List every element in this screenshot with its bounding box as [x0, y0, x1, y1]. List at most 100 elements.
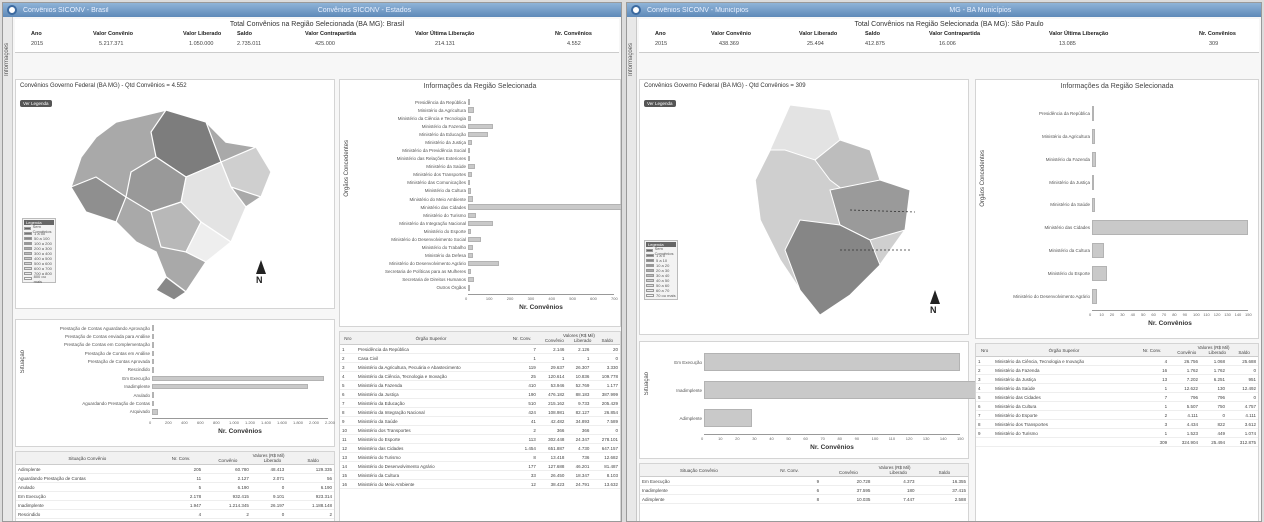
- bar[interactable]: [1092, 243, 1105, 259]
- bar[interactable]: [468, 147, 470, 154]
- bar[interactable]: [468, 228, 472, 234]
- bar[interactable]: [152, 400, 154, 407]
- bar-row[interactable]: Prestação de Contas Aprovada: [30, 357, 154, 365]
- bar[interactable]: [704, 408, 752, 428]
- bar[interactable]: [152, 333, 154, 340]
- table-row[interactable]: Aguardando Prestação de Contas 11 2.127 2.0…: [16, 473, 334, 483]
- brazil-map[interactable]: [56, 102, 286, 302]
- bar-row[interactable]: Ministério da Educação: [356, 130, 488, 138]
- bar[interactable]: [468, 188, 471, 194]
- table-row[interactable]: 7 Ministério da Educação 510 215.162 9.733 20…: [340, 398, 620, 408]
- bar-row[interactable]: Presidência da República: [356, 98, 470, 106]
- table-row[interactable]: 2 Ministério da Fazenda 16 1.762 1.762 0: [976, 365, 1258, 375]
- bar-row[interactable]: Ministério do Turismo: [356, 211, 477, 219]
- table-row[interactable]: Inadimplente 6 37.595 180 37.415: [640, 485, 968, 495]
- bar-row[interactable]: Prestação de Contas enviada para Análise: [30, 332, 154, 340]
- table-row[interactable]: Em Execução 9 20.728 4.373 16.355: [640, 476, 968, 486]
- right-side-tab[interactable]: Informações: [627, 17, 637, 521]
- table-row[interactable]: 5 Ministério da Fazenda 410 53.946 52.769 1.1…: [340, 380, 620, 390]
- col-convenio[interactable]: Convênio: [1177, 350, 1196, 355]
- bar[interactable]: [152, 358, 154, 365]
- bar[interactable]: [468, 155, 470, 162]
- table-row[interactable]: 13 Ministério do Turismo 8 13.418 736 12.682: [340, 452, 620, 462]
- table-row[interactable]: 1 Presidência da República 7 2.146 2.126 20: [340, 344, 620, 354]
- bar[interactable]: [704, 380, 995, 400]
- bar[interactable]: [1092, 106, 1095, 121]
- bar-row[interactable]: Secretaria de Políticas para as Mulheres: [356, 268, 471, 276]
- table-row[interactable]: Anulado 5 6.190 0 6.190: [16, 482, 334, 492]
- table-row[interactable]: 9 Ministério da Saúde 41 42.482 34.893 7.589: [340, 416, 620, 426]
- bar[interactable]: [152, 392, 154, 398]
- bar-row[interactable]: Ministério do Desenvolvimento Social: [356, 235, 481, 243]
- table-row[interactable]: 6 Ministério da Justiça 190 476.182 88.183 38…: [340, 389, 620, 399]
- bar-row[interactable]: Ministério da Fazenda: [356, 122, 494, 130]
- col-situacao[interactable]: Situação Convênio: [640, 464, 758, 477]
- bar-row[interactable]: Ministério da Agricultura: [992, 125, 1096, 148]
- col-orgao[interactable]: Órgão Superior: [355, 332, 507, 345]
- bar-row[interactable]: Em Execução: [30, 374, 324, 382]
- table-row[interactable]: 14 Ministério do Desenvolvimento Agrário 1…: [340, 461, 620, 471]
- bar-row[interactable]: Ministério do Esporte: [992, 262, 1107, 285]
- bar-row[interactable]: Em Execução: [654, 348, 960, 376]
- bar-row[interactable]: Ministério da Justiça: [992, 171, 1095, 194]
- bar[interactable]: [1092, 128, 1096, 144]
- bar[interactable]: [468, 269, 471, 275]
- col-nro[interactable]: Nro: [976, 344, 994, 357]
- bar[interactable]: [1092, 289, 1098, 304]
- bar-row[interactable]: Ministério do Esporte: [356, 227, 472, 235]
- table-row[interactable]: 6 Ministério da Cultura 1 5.507 750 4.757: [976, 401, 1258, 411]
- col-convenio[interactable]: Convênio: [839, 470, 858, 475]
- col-convenio[interactable]: Convênio: [218, 458, 237, 463]
- bar[interactable]: [468, 236, 481, 243]
- bar-row[interactable]: Presidência da República: [992, 102, 1095, 125]
- table-row[interactable]: 10 Ministério dos Transportes 2 366 366 0: [340, 425, 620, 435]
- bar[interactable]: [1092, 266, 1107, 282]
- col-liberado[interactable]: Liberado: [1209, 350, 1227, 355]
- table-row[interactable]: 12 Ministério das Cidades 1.454 651.887 4.73…: [340, 443, 620, 453]
- bar[interactable]: [152, 367, 154, 373]
- bar[interactable]: [704, 352, 960, 372]
- table-row[interactable]: 5 Ministério das Cidades 7 796 796 0: [976, 392, 1258, 402]
- col-saldo[interactable]: Saldo: [601, 338, 613, 343]
- col-liberado[interactable]: Liberado: [890, 470, 908, 475]
- table-row[interactable]: 15 Ministério da Cultura 33 26.450 18.347 8.1…: [340, 470, 620, 480]
- col-orgao[interactable]: Órgão Superior: [993, 344, 1135, 357]
- table-row[interactable]: 4 Ministério da Saúde 1 12.622 130 12.492: [976, 383, 1258, 393]
- bar-row[interactable]: Ministério da Saúde: [356, 163, 476, 171]
- table-row[interactable]: 2 Casa Civil 1 1 1 0: [340, 353, 620, 363]
- bar[interactable]: [468, 123, 494, 129]
- col-nr-conv[interactable]: Nr. Conv.: [158, 452, 204, 465]
- bar[interactable]: [468, 277, 474, 283]
- bar-row[interactable]: Ministério das Relações Exteriores: [356, 155, 470, 163]
- bar-row[interactable]: Ministério da Defesa: [356, 252, 474, 260]
- bar[interactable]: [468, 244, 473, 251]
- bar-row[interactable]: Adimplente: [654, 404, 752, 432]
- col-nr-conv[interactable]: Nr. Conv.: [757, 464, 822, 477]
- col-convenio[interactable]: Convênio: [545, 338, 564, 343]
- table-row[interactable]: Adimplente 205 60.780 48.413 129.335: [16, 464, 334, 474]
- table-row[interactable]: 3 Ministério da Justiça 13 7.202 6.251 951: [976, 374, 1258, 384]
- bar[interactable]: [152, 342, 154, 348]
- bar[interactable]: [468, 285, 470, 291]
- bar[interactable]: [1092, 197, 1096, 213]
- table-row[interactable]: 8 Ministério da Integração Nacional 424 108…: [340, 407, 620, 417]
- bar[interactable]: [152, 375, 324, 382]
- bar-row[interactable]: Ministério do Meio Ambiente: [356, 195, 474, 203]
- bar[interactable]: [468, 107, 475, 113]
- table-row[interactable]: Em Execução 2.178 932.415 9.101 923.314: [16, 491, 334, 501]
- bar[interactable]: [468, 180, 471, 186]
- bar-row[interactable]: Ministério da Integração Nacional: [356, 219, 494, 227]
- bar[interactable]: [468, 204, 621, 210]
- bar-row[interactable]: Prestação de Contas em Complementação: [30, 341, 154, 349]
- bar-row[interactable]: Ministério dos Transportes: [356, 171, 472, 179]
- bar[interactable]: [468, 252, 474, 259]
- bar-row[interactable]: Prestação de Contas em Análise: [30, 349, 154, 357]
- bar-row[interactable]: Ministério da Agricultura: [356, 106, 475, 114]
- table-row[interactable]: 3 Ministério da Agricultura, Pecuária e A…: [340, 362, 620, 372]
- table-row[interactable]: 309 324.904 25.494 312.875: [976, 437, 1258, 447]
- bar-row[interactable]: Ministério do Trabalho: [356, 244, 473, 252]
- table-row[interactable]: 9 Ministério do Turismo 1 1.523 449 1.074: [976, 428, 1258, 438]
- col-saldo[interactable]: Saldo: [307, 458, 319, 463]
- bar-row[interactable]: Inadimplente: [654, 376, 995, 404]
- bar-row[interactable]: Ministério do Desenvolvimento Agrário: [992, 285, 1098, 308]
